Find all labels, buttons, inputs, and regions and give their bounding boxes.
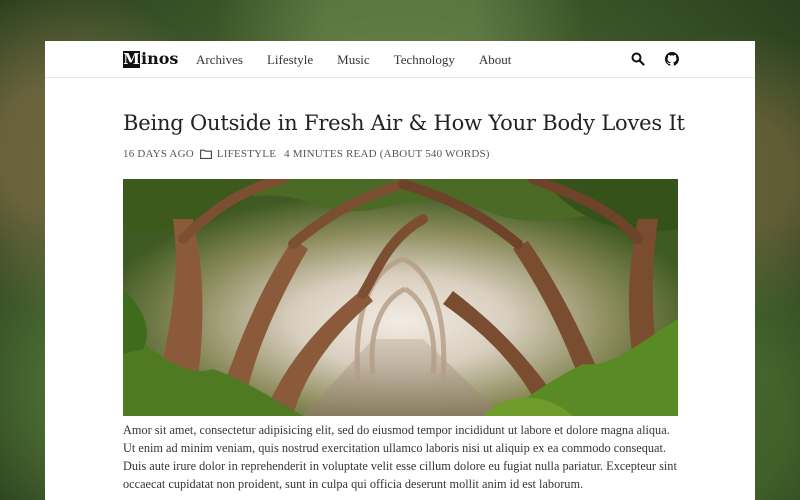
nav-item-music[interactable]: Music — [337, 52, 370, 68]
github-icon[interactable] — [665, 51, 679, 66]
post-title[interactable]: Being Outside in Fresh Air & How Your Bo… — [123, 111, 685, 135]
nav-item-technology[interactable]: Technology — [394, 52, 455, 68]
hero-image — [123, 179, 678, 416]
read-time: 4 minutes read (About 540 words) — [284, 148, 490, 160]
post-meta: 16 days ago Lifestyle 4 minutes read (Ab… — [123, 148, 490, 160]
post-excerpt: Amor sit amet, consectetur adipisicing e… — [123, 423, 677, 491]
nav-icons — [631, 51, 679, 66]
search-icon[interactable] — [631, 51, 645, 66]
logo-text: inos — [141, 49, 179, 68]
folder-icon — [199, 149, 212, 159]
post-category[interactable]: Lifestyle — [217, 148, 276, 160]
nav-item-archives[interactable]: Archives — [196, 52, 243, 68]
forest-illustration — [123, 179, 678, 416]
post-date: 16 days ago — [123, 148, 194, 160]
logo-initial: M — [123, 49, 140, 68]
page-card: Minos Archives Lifestyle Music Technolog… — [45, 41, 755, 500]
navbar: Minos Archives Lifestyle Music Technolog… — [45, 41, 755, 78]
nav-links: Archives Lifestyle Music Technology Abou… — [196, 52, 535, 68]
site-logo[interactable]: Minos — [123, 50, 178, 68]
nav-item-about[interactable]: About — [479, 52, 512, 68]
nav-item-lifestyle[interactable]: Lifestyle — [267, 52, 313, 68]
